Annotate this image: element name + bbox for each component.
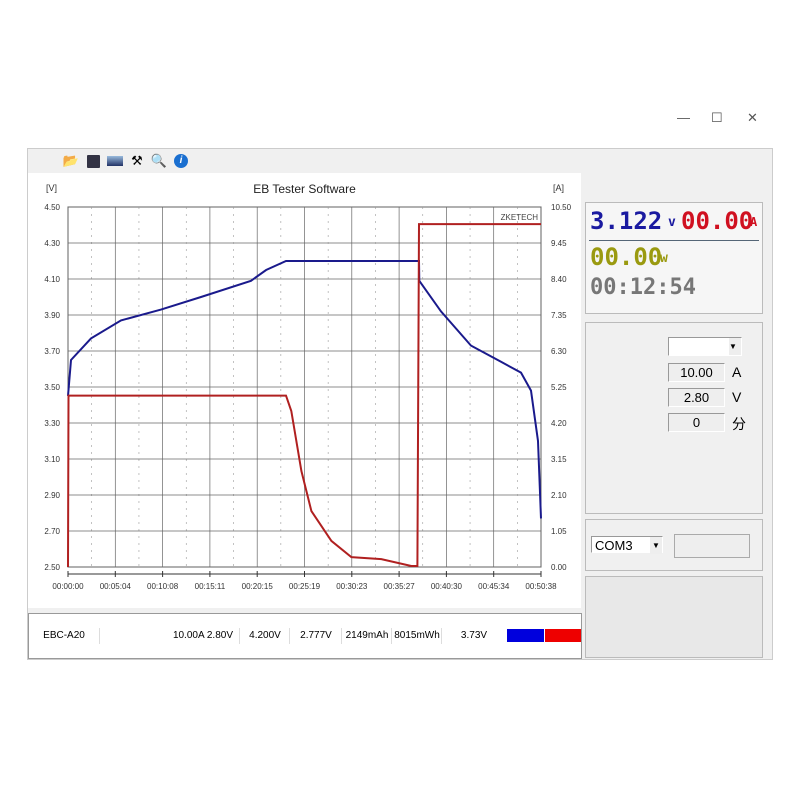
current-input[interactable]: 10.00	[668, 363, 725, 382]
capacity-cell: 2149mAh	[341, 628, 392, 644]
time-readout: 00:12:54	[590, 275, 696, 300]
voltage-unit-label: V	[732, 389, 742, 405]
voltage-unit: v	[668, 215, 676, 230]
x-tick-label: 00:05:04	[100, 582, 132, 591]
chart-title: EB Tester Software	[253, 182, 356, 196]
settings-panel: ▼ 10.00 A 2.80 V 0 分	[585, 322, 763, 514]
y-tick-label: 3.50	[44, 383, 60, 392]
folder-icon[interactable]: 📂	[62, 152, 80, 170]
y2-tick-label: 4.20	[551, 419, 567, 428]
end-voltage-cell: 2.777V	[289, 628, 342, 644]
watermark: ZKETECH	[501, 213, 539, 222]
energy-cell: 8015mWh	[391, 628, 442, 644]
device-cell: EBC-A20	[43, 630, 85, 641]
x-tick-label: 00:30:23	[336, 582, 368, 591]
maximize-button[interactable]: ☐	[711, 110, 723, 126]
mode-select[interactable]: ▼	[668, 337, 742, 356]
x-tick-label: 00:35:27	[384, 582, 416, 591]
current-unit-label: A	[732, 364, 742, 380]
y-tick-label: 4.50	[44, 203, 60, 212]
x-tick-label: 00:10:08	[147, 582, 179, 591]
y-tick-label: 2.50	[44, 563, 60, 572]
chart-area: EB Tester Software [V] [A] 4.50 10.50 00:00:0…	[28, 173, 581, 608]
tools-icon[interactable]: ⚒	[128, 152, 146, 170]
setting-cell: 10.00A 2.80V	[99, 628, 239, 644]
y-tick-label: 3.70	[44, 347, 60, 356]
y2-tick-label: 1.05	[551, 527, 567, 536]
y-tick-label: 3.30	[44, 419, 60, 428]
time-unit-label: 分	[732, 416, 746, 432]
current-color-swatch	[545, 629, 581, 642]
connect-button[interactable]	[674, 534, 750, 558]
y2-tick-label: 2.10	[551, 491, 567, 500]
y2-tick-label: 7.35	[551, 311, 567, 320]
minimize-button[interactable]: —	[677, 110, 690, 125]
port-panel: COM3 ▼	[585, 519, 763, 571]
x-tick-label: 00:50:38	[525, 582, 557, 591]
voltage-color-swatch	[507, 629, 544, 642]
y-tick-label: 3.10	[44, 455, 60, 464]
chevron-down-icon[interactable]: ▼	[650, 537, 662, 554]
live-display: 3.122 v 00.00 A 00.00 w 00:12:54	[585, 202, 763, 314]
chart-icon[interactable]	[106, 152, 124, 170]
zoom-icon[interactable]: 🔍	[150, 152, 168, 170]
y-axis-label: [V]	[46, 183, 57, 193]
avg-voltage-cell: 3.73V	[441, 628, 506, 644]
y2-tick-label: 10.50	[551, 203, 572, 212]
y-tick-label: 3.90	[44, 311, 60, 320]
voltage-input[interactable]: 2.80	[668, 388, 725, 407]
y-tick-label: 2.70	[44, 527, 60, 536]
discharge-chart: EB Tester Software [V] [A] 4.50 10.50 00:00:0…	[44, 182, 572, 591]
x-tick-label: 00:40:30	[431, 582, 463, 591]
save-icon[interactable]	[84, 152, 102, 170]
power-readout: 00.00	[590, 243, 663, 271]
power-unit: w	[660, 251, 668, 266]
com-port-select[interactable]: COM3 ▼	[591, 536, 663, 554]
start-voltage-cell: 4.200V	[239, 628, 290, 644]
com-port-value: COM3	[595, 538, 633, 553]
y2-tick-label: 0.00	[551, 563, 567, 572]
y-tick-label: 2.90	[44, 491, 60, 500]
y2-axis-label: [A]	[553, 183, 564, 193]
y2-tick-label: 3.15	[551, 455, 567, 464]
toolbar: 📂 ⚒ 🔍 i	[62, 151, 190, 171]
info-icon[interactable]: i	[172, 152, 190, 170]
y2-tick-label: 5.25	[551, 383, 567, 392]
x-tick-label: 00:20:15	[242, 582, 274, 591]
voltage-readout: 3.122	[590, 207, 663, 235]
y2-tick-label: 8.40	[551, 275, 567, 284]
y-tick-label: 4.10	[44, 275, 60, 284]
status-panel	[585, 576, 763, 658]
chevron-down-icon[interactable]: ▼	[729, 338, 741, 355]
close-button[interactable]: ✕	[747, 110, 758, 126]
x-tick-label: 00:25:19	[289, 582, 321, 591]
x-tick-label: 00:00:00	[52, 582, 84, 591]
results-table: EBC-A20 10.00A 2.80V 4.200V 2.777V 2149m…	[28, 613, 582, 659]
current-readout: 00.00	[681, 207, 754, 235]
x-tick-label: 00:15:11	[195, 582, 226, 591]
y-tick-label: 4.30	[44, 239, 60, 248]
time-input[interactable]: 0	[668, 413, 725, 432]
y2-tick-label: 6.30	[551, 347, 567, 356]
eb-tester-window: 📂 ⚒ 🔍 i EB Tester Software [V] [A] 4.50 10.5…	[27, 148, 773, 660]
y2-tick-label: 9.45	[551, 239, 567, 248]
current-unit: A	[750, 215, 758, 229]
x-tick-label: 00:45:34	[478, 582, 510, 591]
divider	[589, 240, 759, 241]
